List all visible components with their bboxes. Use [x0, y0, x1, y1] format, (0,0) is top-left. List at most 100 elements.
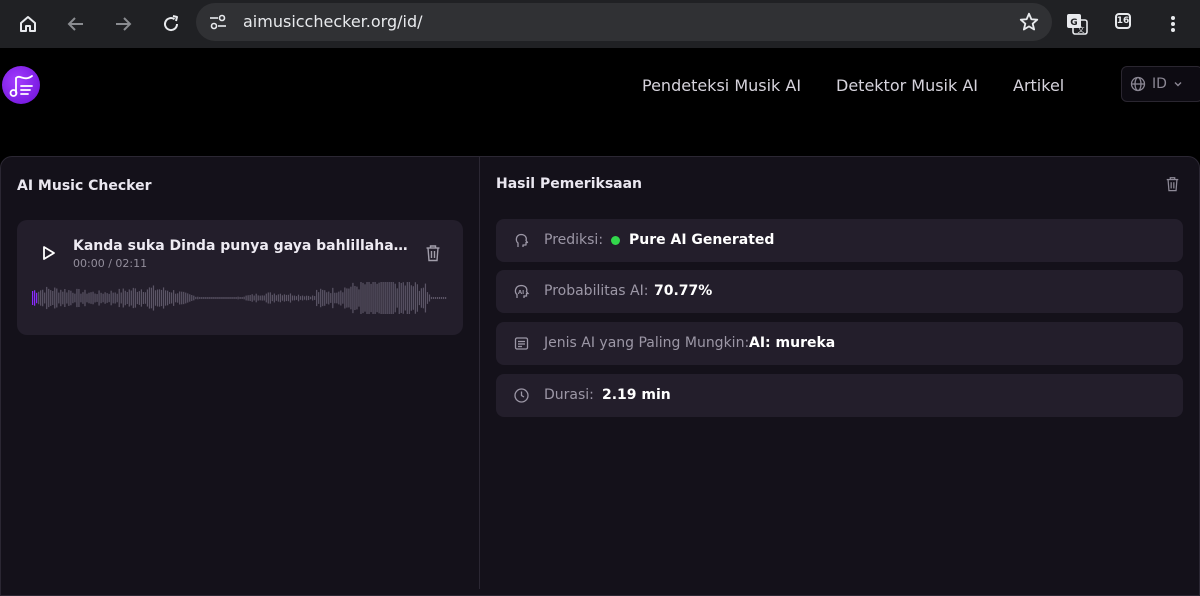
- duration-label: Durasi:: [544, 387, 594, 403]
- waveform-bar: [265, 293, 267, 303]
- translate-button[interactable]: G 文: [1061, 8, 1093, 40]
- waveform-bar: [233, 297, 235, 299]
- waveform-bar: [38, 291, 40, 305]
- waveform-bar: [384, 282, 386, 314]
- more-menu-button[interactable]: [1157, 8, 1189, 40]
- waveform-bar: [34, 290, 36, 306]
- prediction-value: Pure AI Generated: [629, 232, 775, 248]
- waveform-bar: [134, 288, 136, 308]
- waveform-bar: [348, 288, 350, 308]
- browser-toolbar: aimusicchecker.org/id/ G 文 16: [0, 0, 1200, 48]
- waveform-bar: [376, 283, 378, 313]
- language-code: ID: [1152, 76, 1167, 92]
- reload-button[interactable]: [155, 8, 187, 40]
- site-logo[interactable]: [2, 66, 40, 104]
- waveform-bar: [269, 292, 271, 304]
- site-settings-icon[interactable]: [208, 12, 228, 32]
- waveform-bar: [104, 292, 106, 304]
- waveform-bar: [171, 292, 173, 304]
- waveform-bar: [118, 288, 120, 308]
- forward-button[interactable]: [107, 8, 139, 40]
- waveform-bar: [253, 295, 255, 301]
- waveform-bar: [122, 288, 124, 308]
- waveform-bar: [247, 295, 249, 301]
- nav-pendeteksi-musik-ai[interactable]: Pendeteksi Musik AI: [642, 76, 801, 96]
- waveform-bar: [374, 282, 376, 314]
- waveform-bar: [239, 296, 241, 300]
- svg-text:AI: AI: [518, 290, 524, 296]
- waveform-bar: [438, 297, 441, 299]
- chevron-down-icon: [1174, 82, 1182, 87]
- waveform-bar: [64, 288, 66, 308]
- waveform-bar: [46, 286, 48, 310]
- waveform-bar: [334, 292, 336, 304]
- waveform-bar: [360, 282, 362, 314]
- waveform-bar: [100, 292, 102, 304]
- waveform-bar: [422, 287, 425, 309]
- bookmark-star-icon[interactable]: [1018, 11, 1040, 33]
- waveform-bar: [378, 282, 380, 314]
- waveform-bar: [160, 289, 163, 307]
- waveform-bar: [314, 296, 316, 300]
- waveform-bar: [352, 282, 354, 314]
- waveform-bar: [164, 290, 167, 306]
- waveform-bar: [86, 293, 88, 303]
- waveform-bar: [283, 294, 286, 302]
- waveform-bar: [281, 295, 284, 301]
- waveform-bar: [209, 297, 211, 299]
- waveform-bar: [251, 294, 253, 302]
- waveform-bar: [261, 295, 263, 301]
- trash-icon[interactable]: [425, 244, 441, 262]
- address-bar[interactable]: aimusicchecker.org/id/: [196, 3, 1052, 41]
- waveform-bar: [426, 292, 429, 304]
- waveform-bar: [312, 295, 314, 301]
- waveform-bar: [36, 292, 38, 304]
- ai-face-icon: AI: [514, 284, 530, 298]
- waveform-bar: [213, 297, 215, 299]
- waveform-bar: [76, 288, 78, 308]
- language-selector[interactable]: ID: [1121, 66, 1200, 102]
- ai-type-label: Jenis AI yang Paling Mungkin:: [544, 335, 750, 351]
- nav-detektor-musik-ai[interactable]: Detektor Musik AI: [836, 76, 978, 96]
- waveform-bar: [444, 297, 447, 299]
- waveform-bar: [388, 282, 390, 314]
- waveform-bar: [366, 282, 368, 314]
- waveform-bar: [126, 291, 128, 304]
- waveform-bar: [350, 286, 352, 310]
- waveform-bar: [223, 297, 225, 299]
- waveform-bar: [310, 296, 312, 300]
- svg-text:文: 文: [1078, 25, 1085, 34]
- clear-results-trash-icon[interactable]: [1165, 176, 1180, 192]
- waveform-bar: [408, 282, 410, 314]
- waveform-bar: [346, 288, 348, 308]
- home-button[interactable]: [12, 8, 44, 40]
- waveform-bar: [215, 297, 217, 299]
- tab-count-icon[interactable]: 16: [1115, 13, 1131, 29]
- waveform-bar: [398, 282, 400, 314]
- waveform-bar: [124, 290, 126, 306]
- waveform-bar: [120, 292, 122, 304]
- waveform-bar: [277, 294, 279, 302]
- url-text[interactable]: aimusicchecker.org/id/: [243, 12, 423, 32]
- waveform-bar: [344, 287, 346, 309]
- waveform-bar: [88, 292, 90, 304]
- waveform-bar: [414, 282, 416, 314]
- waveform-bar: [287, 294, 290, 302]
- waveform-bar: [406, 282, 408, 314]
- waveform-bar: [305, 295, 308, 301]
- waveform-bar: [372, 282, 374, 314]
- waveform-bar: [428, 294, 431, 302]
- nav-artikel[interactable]: Artikel: [1013, 76, 1064, 96]
- waveform-bar: [146, 289, 149, 307]
- waveform-bar: [416, 284, 418, 312]
- audio-waveform[interactable]: [32, 282, 447, 314]
- play-icon[interactable]: [39, 244, 57, 262]
- back-button[interactable]: [60, 8, 92, 40]
- waveform-bar: [211, 297, 213, 299]
- waveform-bar: [40, 290, 42, 306]
- waveform-bar: [267, 292, 269, 304]
- waveform-bar: [404, 285, 406, 311]
- waveform-bar: [96, 294, 98, 302]
- waveform-bar: [142, 291, 145, 305]
- forward-arrow-icon: [116, 17, 132, 31]
